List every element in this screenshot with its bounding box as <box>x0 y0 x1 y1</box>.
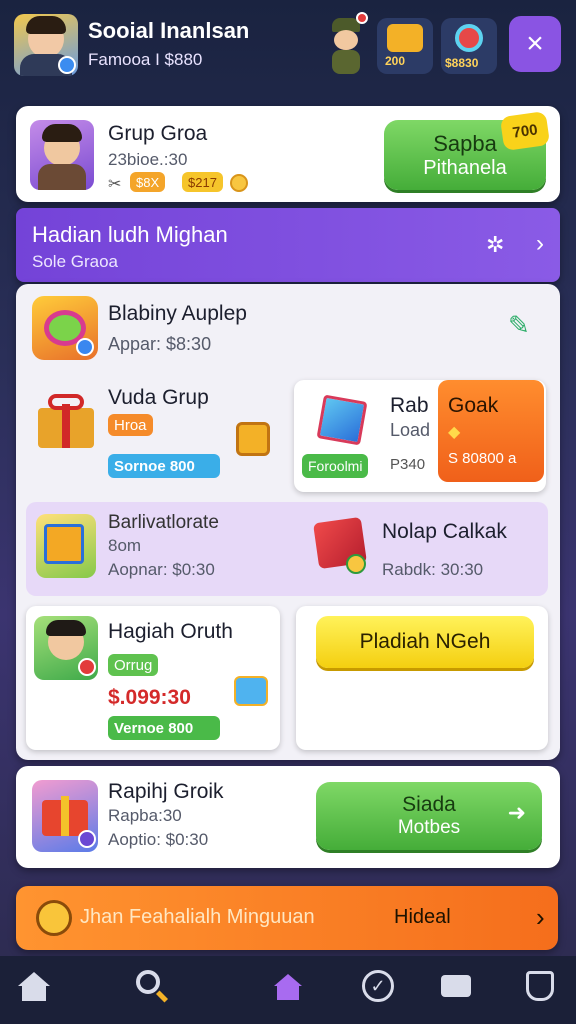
weekly-bar[interactable]: Jhan Feahalialh Minguuan Hideal › <box>16 886 558 950</box>
nav-check-icon[interactable]: ✓ <box>358 966 398 1006</box>
item-3-sub: Load <box>390 420 431 440</box>
nav-home-icon[interactable] <box>14 966 54 1006</box>
coin-drop-icon: ◆ <box>448 424 461 441</box>
item-7-pill[interactable]: Vernoe 800 <box>108 716 220 740</box>
app-subtitle: Famooa I $880 <box>88 50 203 69</box>
item-7-title: Hagiah Oruth <box>108 620 233 643</box>
item-1-sub: Appar: $8:30 <box>108 334 212 354</box>
shuffle-icon: ✲ <box>486 232 505 257</box>
item-1-icon[interactable] <box>32 296 98 360</box>
item-3-title: Rab <box>390 394 429 417</box>
item-9-gift-icon[interactable] <box>32 780 98 852</box>
item-7-tag: Orrug <box>108 654 159 676</box>
item-2-tag: Hroa <box>108 414 153 436</box>
arrow-right-icon: ➜ <box>507 800 526 825</box>
item-9-line2: Rapba:30 <box>108 806 182 825</box>
close-button[interactable]: × <box>509 16 561 72</box>
item-7-price: $.099:30 <box>108 686 191 709</box>
camera-icon[interactable] <box>234 676 268 706</box>
notification-dot-icon <box>356 12 368 24</box>
item-5-icon[interactable] <box>36 514 96 578</box>
coin-icon <box>230 174 248 192</box>
item-5-row <box>26 502 548 596</box>
banner-title: Hadian ludh Mighan <box>32 222 228 247</box>
item-2-title: Vuda Grup <box>108 386 209 409</box>
item-5-line3: Aopnar: $0:30 <box>108 560 215 579</box>
item-6-title: Nolap Calkak <box>382 520 507 543</box>
cube-icon[interactable] <box>316 392 368 448</box>
target-thumb-icon[interactable]: $8830 <box>441 18 497 74</box>
red-box-icon[interactable] <box>312 512 372 576</box>
item-5-line2: 8om <box>108 536 142 555</box>
item-5-title: Barlivatlorate <box>108 512 219 533</box>
item-1-title: Blabiny Auplep <box>108 302 247 325</box>
item-3-tag[interactable]: Foroolmi <box>302 454 369 478</box>
profile-card: Grup Groa 23bioe.:30 ✂ $8X $217 Sapba Pi… <box>16 106 560 202</box>
gem-badge: $217 <box>182 172 223 192</box>
item-3-price: P340 <box>390 456 426 473</box>
weekly-label: Jhan Feahalialh Minguuan <box>80 906 315 928</box>
profile-avatar[interactable] <box>30 120 94 190</box>
item-7-avatar[interactable] <box>34 616 98 680</box>
banner-subtitle: Sole Graoa <box>32 252 118 271</box>
box-icon <box>36 900 72 936</box>
avatar[interactable] <box>14 14 78 76</box>
gift-box-icon[interactable] <box>34 390 98 450</box>
siada-button[interactable]: Siada Motbes ➜ <box>316 782 542 850</box>
item-9-line3: Aoptio: $0:30 <box>108 830 209 849</box>
nav-search-icon[interactable] <box>132 966 172 1006</box>
puzzle-thumb-icon[interactable]: 200 <box>377 18 433 74</box>
profile-name: Grup Groa <box>108 122 208 145</box>
tools-icon: ✂ <box>108 176 122 193</box>
item-2-pill[interactable]: Sornoe 800 <box>108 454 220 478</box>
nav-main-icon[interactable] <box>268 966 308 1006</box>
weekly-action[interactable]: Hideal <box>394 906 451 929</box>
button-badge: 700 <box>499 110 551 152</box>
chevron-right-icon: › <box>536 902 545 932</box>
item-4-button[interactable]: Goak ◆ S 80800 a <box>438 380 544 482</box>
item-6-sub: Rabdk: 30:30 <box>382 560 484 579</box>
app-title: Sooial Inanlsan <box>88 18 250 43</box>
pladiah-button[interactable]: Pladiah NGeh <box>316 616 534 668</box>
small-box-icon[interactable] <box>236 422 270 456</box>
feather-icon[interactable]: ✎ <box>508 310 530 341</box>
close-icon: × <box>526 27 544 60</box>
verified-icon <box>58 56 76 74</box>
chevron-right-icon[interactable]: › <box>536 230 544 258</box>
promo-banner[interactable]: Hadian ludh Mighan Sole Graoa ✲ › <box>16 208 560 282</box>
soldier-avatar-icon[interactable] <box>324 12 368 74</box>
nav-messages-icon[interactable] <box>436 966 476 1006</box>
item-9-title: Rapihj Groik <box>108 780 224 803</box>
nav-shield-icon[interactable] <box>520 966 560 1006</box>
coin-badge: $8X <box>130 172 166 192</box>
profile-stats: 23bioe.:30 <box>108 150 188 169</box>
